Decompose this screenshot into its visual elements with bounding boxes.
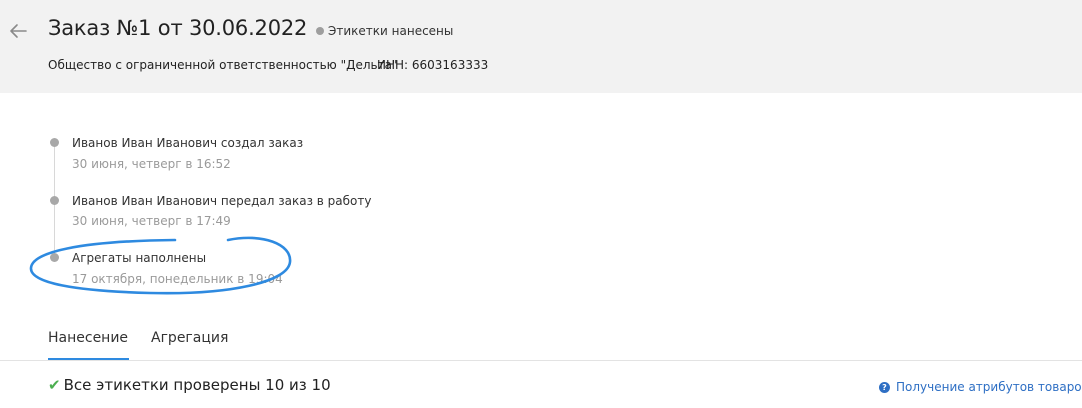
summary-text: Все этикетки проверены 10 из 10 — [63, 376, 331, 394]
back-arrow-icon[interactable] — [6, 19, 30, 43]
product-attributes-link[interactable]: ? Получение атрибутов товаров — [879, 380, 1082, 394]
page-title: Заказ №1 от 30.06.2022 — [48, 16, 308, 40]
status-dot-icon — [316, 27, 324, 35]
timeline-event-time: 30 июня, четверг в 16:52 — [72, 157, 231, 171]
timeline-event-title: Агрегаты наполнены — [72, 251, 207, 265]
timeline-event-title: Иванов Иван Иванович передал заказ в раб… — [72, 194, 372, 208]
status-label: Этикетки нанесены — [328, 24, 454, 38]
status-badge: Этикетки нанесены — [316, 24, 453, 38]
tab-nanesenie[interactable]: Нанесение — [48, 330, 128, 346]
timeline-event-time: 30 июня, четверг в 17:49 — [72, 214, 231, 228]
active-tab-indicator — [48, 358, 129, 360]
checkmark-icon: ✔ — [48, 376, 61, 394]
tab-agregatsiya[interactable]: Агрегация — [151, 330, 228, 346]
tabs-divider — [0, 360, 1082, 361]
timeline-event-title: Иванов Иван Иванович создал заказ — [72, 136, 304, 150]
help-icon: ? — [879, 381, 890, 393]
timeline-dot-icon — [50, 253, 59, 262]
timeline-dot-icon — [50, 138, 59, 147]
labels-check-summary: ✔ Все этикетки проверены 10 из 10 — [48, 376, 331, 394]
timeline-dot-icon — [50, 196, 59, 205]
timeline-event-time: 17 октября, понедельник в 19:04 — [72, 272, 283, 286]
order-header: Заказ №1 от 30.06.2022 Этикетки нанесены… — [0, 0, 1082, 93]
organization-name: Общество с ограниченной ответственностью… — [48, 58, 398, 72]
organization-inn: ИНН: 6603163333 — [377, 58, 489, 72]
product-attributes-link-label: Получение атрибутов товаров — [896, 380, 1082, 394]
